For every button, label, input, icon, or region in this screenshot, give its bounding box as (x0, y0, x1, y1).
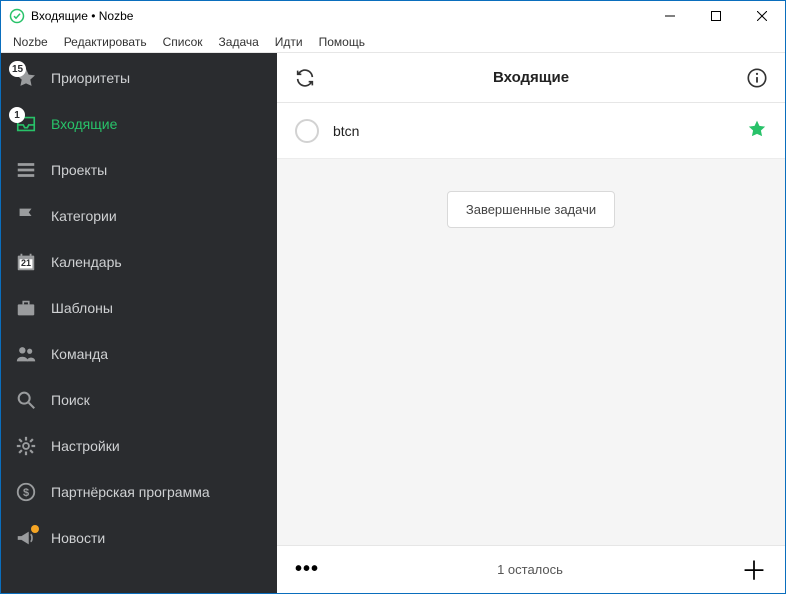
info-button[interactable] (745, 67, 769, 89)
calendar-daynum: 21 (15, 258, 37, 268)
menu-edit[interactable]: Редактировать (58, 33, 153, 51)
sidebar-item-label: Приоритеты (51, 70, 130, 86)
sidebar-item-affiliate[interactable]: $ Партнёрская программа (1, 469, 277, 515)
sidebar-item-settings[interactable]: Настройки (1, 423, 277, 469)
window-title: Входящие • Nozbe (31, 9, 647, 23)
sidebar-item-priorities[interactable]: 15 Приоритеты (1, 55, 277, 101)
close-button[interactable] (739, 1, 785, 31)
sidebar-item-label: Партнёрская программа (51, 484, 210, 500)
menu-task[interactable]: Задача (213, 33, 265, 51)
megaphone-icon (15, 527, 37, 549)
task-title: btcn (333, 123, 733, 139)
sidebar-item-label: Календарь (51, 254, 122, 270)
team-icon (15, 343, 37, 365)
task-checkbox[interactable] (295, 119, 319, 143)
sidebar-item-news[interactable]: Новости (1, 515, 277, 561)
sidebar-item-categories[interactable]: Категории (1, 193, 277, 239)
maximize-button[interactable] (693, 1, 739, 31)
window-titlebar: Входящие • Nozbe (1, 1, 785, 31)
refresh-button[interactable] (293, 67, 317, 89)
sidebar-item-inbox[interactable]: 1 Входящие (1, 101, 277, 147)
menu-bar: Nozbe Редактировать Список Задача Идти П… (1, 31, 785, 53)
sidebar-item-label: Поиск (51, 392, 90, 408)
sidebar-item-label: Команда (51, 346, 108, 362)
bottom-bar: ••• 1 осталось ＋ (277, 545, 785, 593)
main-layout: 15 Приоритеты 1 Входящие Проекты Категор… (1, 53, 785, 593)
notification-dot (31, 525, 39, 533)
sidebar-item-label: Проекты (51, 162, 107, 178)
sidebar-item-templates[interactable]: Шаблоны (1, 285, 277, 331)
svg-text:$: $ (23, 487, 29, 499)
add-task-button[interactable]: ＋ (741, 551, 767, 588)
search-icon (15, 389, 37, 411)
task-star-icon[interactable] (747, 119, 767, 142)
sidebar-item-calendar[interactable]: 21 Календарь (1, 239, 277, 285)
calendar-icon: 21 (15, 251, 37, 273)
completed-area: Завершенные задачи (277, 159, 785, 545)
more-button[interactable]: ••• (295, 558, 319, 581)
sidebar-item-team[interactable]: Команда (1, 331, 277, 377)
gear-icon (15, 435, 37, 457)
badge: 1 (9, 107, 25, 123)
briefcase-icon (15, 297, 37, 319)
flag-icon (15, 205, 37, 227)
inbox-icon: 1 (15, 113, 37, 135)
menu-help[interactable]: Помощь (313, 33, 371, 51)
sidebar-item-label: Категории (51, 208, 117, 224)
content-topbar: Входящие (277, 53, 785, 103)
window-controls (647, 1, 785, 31)
remaining-count: 1 осталось (319, 562, 741, 577)
minimize-button[interactable] (647, 1, 693, 31)
sidebar-item-projects[interactable]: Проекты (1, 147, 277, 193)
menu-nozbe[interactable]: Nozbe (7, 33, 54, 51)
completed-tasks-button[interactable]: Завершенные задачи (447, 191, 615, 228)
star-icon: 15 (15, 67, 37, 89)
projects-icon (15, 159, 37, 181)
sidebar-item-label: Шаблоны (51, 300, 113, 316)
menu-list[interactable]: Список (157, 33, 209, 51)
sidebar-item-search[interactable]: Поиск (1, 377, 277, 423)
menu-go[interactable]: Идти (269, 33, 309, 51)
sidebar-item-label: Входящие (51, 116, 117, 132)
app-icon (9, 8, 25, 24)
badge: 15 (9, 61, 26, 77)
content-pane: Входящие btcn Завершенные задачи ••• 1 о… (277, 53, 785, 593)
dollar-icon: $ (15, 481, 37, 503)
sidebar-item-label: Настройки (51, 438, 120, 454)
content-title: Входящие (317, 69, 745, 86)
task-row[interactable]: btcn (277, 103, 785, 159)
sidebar: 15 Приоритеты 1 Входящие Проекты Категор… (1, 53, 277, 593)
sidebar-item-label: Новости (51, 530, 105, 546)
